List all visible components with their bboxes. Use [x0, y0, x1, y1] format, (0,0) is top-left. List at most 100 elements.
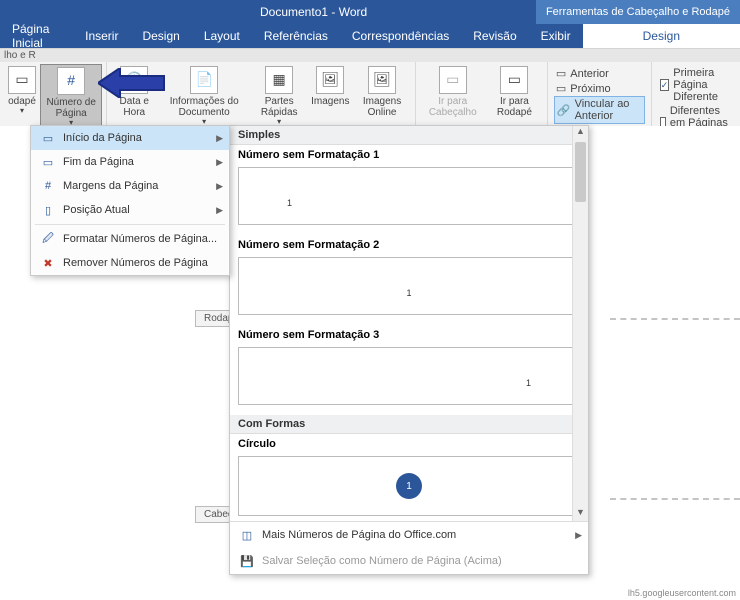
menu-format-page-numbers[interactable]: 🖉 Formatar Números de Página... [31, 227, 229, 251]
page-top-icon: ▭ [39, 130, 57, 146]
menu-top-label: Início da Página [63, 132, 142, 144]
quick-parts-button[interactable]: ▦ Partes Rápidas ▾ [251, 64, 307, 129]
gallery-item-title-nf3: Número sem Formatação 3 [230, 325, 588, 345]
title-bar: Documento1 - Word Ferramentas de Cabeçal… [0, 0, 740, 24]
chevron-right-icon: ▶ [216, 133, 223, 144]
gallery-scroll[interactable]: Simples Número sem Formatação 1 1 Número… [230, 126, 588, 521]
quick-parts-icon: ▦ [265, 66, 293, 94]
page-number-button[interactable]: # Número de Página ▾ [40, 64, 102, 131]
menu-current-label: Posição Atual [63, 204, 130, 216]
menu-page-margins[interactable]: # Margens da Página ▶ [31, 174, 229, 198]
tab-hf-design[interactable]: Design [583, 24, 740, 48]
remove-icon: ✖ [39, 255, 57, 271]
gallery-more-office[interactable]: ◫ Mais Números de Página do Office.com ▶ [230, 522, 588, 548]
tab-home[interactable]: Página Inicial [0, 24, 73, 48]
gallery-more-label: Mais Números de Página do Office.com [262, 529, 456, 541]
ribbon-tabs: Página Inicial Inserir Design Layout Ref… [0, 24, 740, 48]
first-page-different-checkbox[interactable]: ✓ Primeira Página Diferente [660, 66, 732, 104]
watermark: lh5.googleusercontent.com [628, 588, 736, 598]
office-icon: ◫ [238, 527, 256, 543]
pictures-button[interactable]: 🖼 Imagens [307, 64, 353, 129]
next-label: Próximo [570, 83, 610, 95]
menu-remove-label: Remover Números de Página [63, 257, 208, 269]
scroll-down-icon[interactable]: ▼ [573, 507, 588, 521]
goto-header-label: Ir para Cabeçalho [424, 96, 482, 118]
gallery-section-simple: Simples [230, 126, 588, 145]
annotation-arrow [98, 68, 168, 103]
next-icon: ▭ [556, 82, 566, 95]
tab-layout[interactable]: Layout [192, 24, 252, 48]
menu-format-label: Formatar Números de Página... [63, 233, 217, 245]
footer-icon: ▭ [8, 66, 36, 94]
chevron-right-icon: ▶ [216, 205, 223, 216]
goto-header-icon: ▭ [439, 66, 467, 94]
gallery-item-nf2[interactable]: 1 [238, 257, 580, 315]
page-number-menu: ▭ Início da Página ▶ ▭ Fim da Página ▶ #… [30, 125, 230, 276]
previous-button[interactable]: ▭ Anterior [554, 66, 611, 81]
page-number-label: Número de Página [45, 97, 97, 119]
chevron-right-icon: ▶ [216, 157, 223, 168]
quick-access-fragment: lho e R [0, 48, 740, 62]
tab-insert[interactable]: Inserir [73, 24, 130, 48]
gallery-footer: ◫ Mais Números de Página do Office.com ▶… [230, 521, 588, 574]
preview-number: 1 [287, 198, 292, 208]
link-previous-toggle[interactable]: 🔗 Vincular ao Anterior [554, 96, 645, 124]
gallery-item-nf1[interactable]: 1 [238, 167, 580, 225]
gallery-section-shapes: Com Formas [230, 415, 588, 434]
tab-mailings[interactable]: Correspondências [340, 24, 461, 48]
chevron-right-icon: ▶ [575, 530, 582, 541]
page-number-gallery: Simples Número sem Formatação 1 1 Número… [229, 125, 589, 575]
contextual-tab-label: Ferramentas de Cabeçalho e Rodapé [536, 0, 740, 24]
link-icon: 🔗 [557, 104, 571, 117]
previous-icon: ▭ [556, 67, 566, 80]
goto-footer-label: Ir para Rodapé [490, 96, 539, 118]
goto-footer-icon: ▭ [500, 66, 528, 94]
preview-number: 1 [406, 288, 411, 298]
pictures-online-button[interactable]: 🖼 Imagens Online [353, 64, 410, 129]
section-separator [610, 318, 740, 320]
gallery-item-title-nf2: Número sem Formatação 2 [230, 235, 588, 255]
tab-review[interactable]: Revisão [461, 24, 528, 48]
page-bottom-icon: ▭ [39, 154, 57, 170]
preview-number: 1 [526, 378, 531, 388]
pictures-online-label: Imagens Online [357, 96, 406, 118]
pictures-icon: 🖼 [316, 66, 344, 94]
doc-info-icon: 📄 [190, 66, 218, 94]
gallery-scrollbar[interactable]: ▲ ▼ [572, 126, 588, 521]
menu-separator [35, 224, 225, 225]
gallery-item-nf3[interactable]: 1 [238, 347, 580, 405]
gallery-item-title-circle: Círculo [230, 434, 588, 454]
gallery-item-circle[interactable]: 1 [238, 456, 580, 516]
menu-current-position[interactable]: ▯ Posição Atual ▶ [31, 198, 229, 222]
gallery-save-selection: 💾 Salvar Seleção como Número de Página (… [230, 548, 588, 574]
pictures-label: Imagens [311, 96, 349, 107]
preview-circle: 1 [396, 473, 422, 499]
goto-header-button[interactable]: ▭ Ir para Cabeçalho [420, 64, 486, 120]
menu-bottom-of-page[interactable]: ▭ Fim da Página ▶ [31, 150, 229, 174]
link-previous-label: Vincular ao Anterior [575, 98, 642, 122]
tab-design[interactable]: Design [130, 24, 191, 48]
doc-info-button[interactable]: 📄 Informações do Documento ▾ [157, 64, 251, 129]
tab-references[interactable]: Referências [252, 24, 340, 48]
pictures-online-icon: 🖼 [368, 66, 396, 94]
current-position-icon: ▯ [39, 202, 57, 218]
first-page-different-label: Primeira Página Diferente [673, 67, 732, 103]
menu-margins-label: Margens da Página [63, 180, 158, 192]
next-button[interactable]: ▭ Próximo [554, 81, 613, 96]
goto-footer-button[interactable]: ▭ Ir para Rodapé [486, 64, 543, 120]
footer-button[interactable]: ▭ odapé ▾ [4, 64, 40, 131]
scroll-thumb[interactable] [575, 142, 586, 202]
menu-bottom-label: Fim da Página [63, 156, 134, 168]
doc-info-label: Informações do Documento [161, 96, 247, 118]
format-icon: 🖉 [39, 231, 57, 247]
tab-view[interactable]: Exibir [529, 24, 583, 48]
quick-parts-label: Partes Rápidas [255, 96, 303, 118]
save-icon: 💾 [238, 553, 256, 569]
document-title: Documento1 - Word [260, 5, 367, 19]
menu-top-of-page[interactable]: ▭ Início da Página ▶ [31, 126, 229, 150]
gallery-save-label: Salvar Seleção como Número de Página (Ac… [262, 555, 502, 567]
menu-remove-page-numbers[interactable]: ✖ Remover Números de Página [31, 251, 229, 275]
section-separator [610, 498, 740, 500]
gallery-item-title-nf1: Número sem Formatação 1 [230, 145, 588, 165]
scroll-up-icon[interactable]: ▲ [573, 126, 588, 140]
